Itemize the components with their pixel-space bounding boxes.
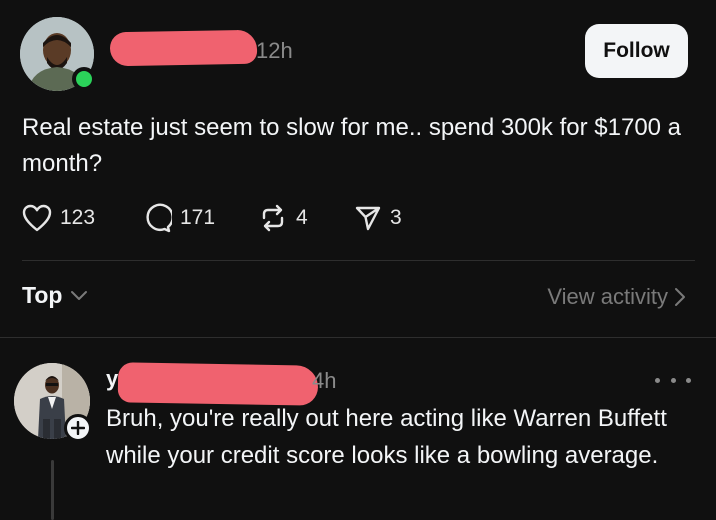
reply-username[interactable]: y [106, 366, 118, 392]
sort-label: Top [22, 282, 63, 308]
repost-count: 4 [296, 206, 308, 229]
plus-icon [71, 421, 85, 435]
thread-line [51, 460, 54, 520]
follow-button[interactable]: Follow [585, 24, 688, 78]
repost-icon [262, 204, 284, 232]
more-dot [670, 377, 676, 383]
share-button[interactable]: 3 [354, 200, 402, 236]
divider [22, 260, 695, 261]
like-count: 123 [60, 206, 96, 229]
reply-button[interactable]: 171 [142, 200, 215, 236]
post-text: Real estate just seem to slow for me.. s… [22, 114, 682, 177]
reply-timestamp: 4h [312, 368, 337, 393]
send-icon [355, 206, 381, 231]
share-count: 3 [390, 206, 402, 229]
more-horizontal-icon [655, 377, 660, 383]
view-activity-label: View activity [547, 284, 668, 309]
like-button[interactable]: 123 [22, 200, 95, 236]
comment-icon [146, 203, 172, 233]
sort-toggle[interactable]: Top [22, 282, 88, 309]
heart-icon [22, 204, 52, 232]
follow-add-button[interactable] [64, 414, 92, 442]
reply-count: 171 [180, 206, 216, 229]
online-status-indicator [72, 67, 96, 91]
redacted-username [109, 29, 258, 67]
more-options-button[interactable] [655, 370, 691, 390]
view-activity-link[interactable]: View activity [547, 284, 686, 310]
post-timestamp: 12h [256, 38, 293, 63]
reply-text: Bruh, you're really out here acting like… [106, 405, 667, 469]
chevron-down-icon [71, 290, 88, 300]
chevron-right-icon [675, 288, 685, 306]
more-dot [686, 377, 691, 383]
repost-button[interactable]: 4 [258, 200, 308, 236]
divider [0, 337, 716, 338]
